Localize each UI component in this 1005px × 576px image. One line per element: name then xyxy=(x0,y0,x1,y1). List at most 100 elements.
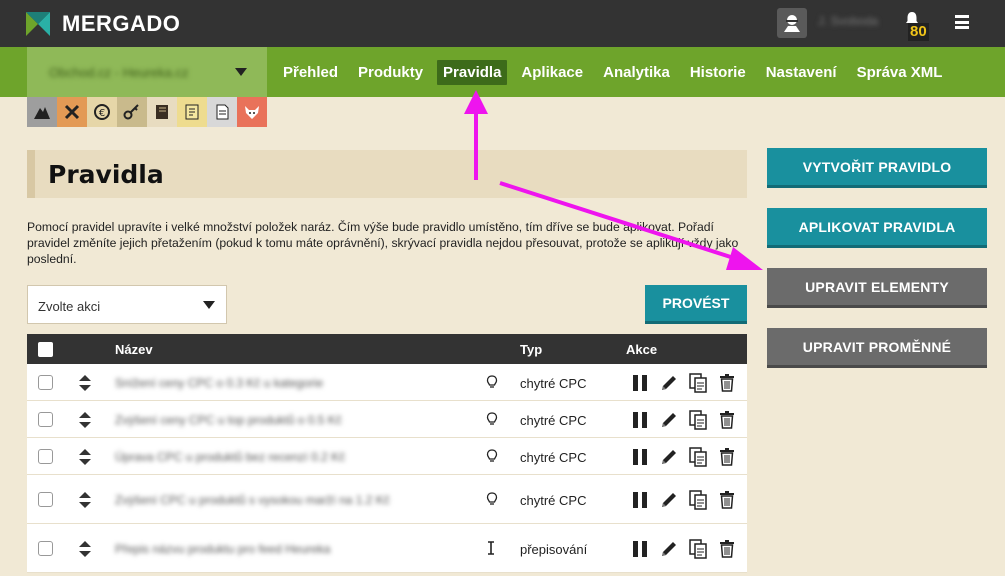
column-header-type[interactable]: Typ xyxy=(520,342,542,357)
edit-pencil-icon[interactable] xyxy=(654,446,683,468)
row-actions xyxy=(625,538,741,560)
row-actions xyxy=(625,372,741,394)
delete-trash-icon[interactable] xyxy=(712,446,741,468)
notification-count: 80 xyxy=(908,23,929,41)
page-title-box: Pravidla xyxy=(27,150,747,198)
mergado-logo-icon xyxy=(26,12,50,36)
edit-pencil-icon[interactable] xyxy=(654,538,683,560)
avatar-icon xyxy=(784,15,800,32)
duplicate-icon[interactable] xyxy=(683,372,712,394)
duplicate-icon[interactable] xyxy=(683,538,712,560)
pause-icon[interactable] xyxy=(625,409,654,431)
duplicate-icon[interactable] xyxy=(683,409,712,431)
table-row[interactable]: Snížení ceny CPC o 0.3 Kč u kategorie chy… xyxy=(27,364,747,401)
document-icon[interactable] xyxy=(207,97,237,127)
rule-type: chytré CPC xyxy=(520,413,587,428)
edit-variables-button[interactable]: UPRAVIT PROMĚNNÉ xyxy=(767,328,987,368)
nav-item-nastaveni[interactable]: Nastavení xyxy=(760,60,843,85)
brand-name: MERGADO xyxy=(62,11,181,36)
rule-type: chytré CPC xyxy=(520,376,587,391)
drag-handle-icon[interactable] xyxy=(79,541,91,562)
key-icon[interactable] xyxy=(117,97,147,127)
delete-trash-icon[interactable] xyxy=(712,409,741,431)
pause-icon[interactable] xyxy=(625,446,654,468)
user-name[interactable]: J. Svoboda xyxy=(818,14,878,28)
nav-item-analytika[interactable]: Analytika xyxy=(597,60,676,85)
row-checkbox[interactable] xyxy=(38,449,53,464)
lightbulb-icon xyxy=(486,412,498,429)
nav-item-produkty[interactable]: Produkty xyxy=(352,60,429,85)
nav-item-prehled[interactable]: Přehled xyxy=(277,60,344,85)
row-actions xyxy=(625,489,741,511)
rule-name[interactable]: Úprava CPC u produktů bez recenzí 0.2 Kč xyxy=(115,450,345,464)
apply-rules-button[interactable]: APLIKOVAT PRAVIDLA xyxy=(767,208,987,248)
edit-pencil-icon[interactable] xyxy=(654,409,683,431)
drag-handle-icon[interactable] xyxy=(79,492,91,513)
bulk-action-select[interactable]: Zvolte akci xyxy=(27,285,227,324)
main-nav: Obchod.cz - Heureka.cz Přehled Produkty … xyxy=(0,47,1005,97)
mergado-logo[interactable]: MERGADO xyxy=(26,11,180,37)
text-cursor-icon xyxy=(486,541,496,558)
create-rule-button[interactable]: VYTVOŘIT PRAVIDLO xyxy=(767,148,987,188)
rule-type: chytré CPC xyxy=(520,493,587,508)
row-actions xyxy=(625,409,741,431)
drag-handle-icon[interactable] xyxy=(79,375,91,396)
notifications-button[interactable]: 80 xyxy=(903,11,933,41)
row-actions xyxy=(625,446,741,468)
table-row[interactable]: Úprava CPC u produktů bez recenzí 0.2 Kč… xyxy=(27,438,747,475)
user-avatar[interactable] xyxy=(777,8,807,38)
rule-name[interactable]: Zvýšení CPC u produktů s vysokou marží n… xyxy=(115,493,390,507)
edit-pencil-icon[interactable] xyxy=(654,489,683,511)
nav-item-historie[interactable]: Historie xyxy=(684,60,752,85)
lightbulb-icon xyxy=(486,449,498,466)
table-body: Snížení ceny CPC o 0.3 Kč u kategorie chy… xyxy=(27,364,747,573)
nav-item-aplikace[interactable]: Aplikace xyxy=(515,60,589,85)
rule-type: chytré CPC xyxy=(520,450,587,465)
column-header-name[interactable]: Název xyxy=(115,342,153,357)
row-checkbox[interactable] xyxy=(38,492,53,507)
row-checkbox[interactable] xyxy=(38,412,53,427)
app-shortcuts-bar: € xyxy=(27,97,267,127)
rules-table: Název Typ Akce Snížení ceny CPC o 0.3 Kč… xyxy=(27,334,747,573)
page-title: Pravidla xyxy=(48,160,164,189)
lightbulb-icon xyxy=(486,492,498,509)
table-row[interactable]: Přepis názvu produktu pro feed Heureka př… xyxy=(27,524,747,573)
table-row[interactable]: Zvýšení ceny CPC u top produktů o 0.5 Kč… xyxy=(27,401,747,438)
run-action-button[interactable]: PROVÉST xyxy=(645,285,747,324)
pause-icon[interactable] xyxy=(625,538,654,560)
rule-name[interactable]: Snížení ceny CPC o 0.3 Kč u kategorie xyxy=(115,376,323,390)
nav-item-sprava-xml[interactable]: Správa XML xyxy=(851,60,949,85)
delete-trash-icon[interactable] xyxy=(712,489,741,511)
row-checkbox[interactable] xyxy=(38,375,53,390)
rule-name[interactable]: Zvýšení ceny CPC u top produktů o 0.5 Kč xyxy=(115,413,342,427)
select-all-checkbox[interactable] xyxy=(38,342,53,357)
row-checkbox[interactable] xyxy=(38,541,53,556)
coin-icon[interactable]: € xyxy=(87,97,117,127)
delete-trash-icon[interactable] xyxy=(712,372,741,394)
pause-icon[interactable] xyxy=(625,489,654,511)
delete-trash-icon[interactable] xyxy=(712,538,741,560)
edit-elements-button[interactable]: UPRAVIT ELEMENTY xyxy=(767,268,987,308)
notebook-icon[interactable] xyxy=(177,97,207,127)
shop-selector[interactable]: Obchod.cz - Heureka.cz xyxy=(27,47,267,97)
drag-handle-icon[interactable] xyxy=(79,449,91,470)
rule-name[interactable]: Přepis názvu produktu pro feed Heureka xyxy=(115,542,330,556)
drag-handle-icon[interactable] xyxy=(79,412,91,433)
eagle-icon[interactable] xyxy=(27,97,57,127)
table-row[interactable]: Zvýšení CPC u produktů s vysokou marží n… xyxy=(27,475,747,524)
duplicate-icon[interactable] xyxy=(683,446,712,468)
cross-tools-icon[interactable] xyxy=(57,97,87,127)
nav-items: Přehled Produkty Pravidla Aplikace Analy… xyxy=(277,47,956,97)
book-icon[interactable] xyxy=(147,97,177,127)
lightbulb-icon xyxy=(486,375,498,392)
fox-icon[interactable] xyxy=(237,97,267,127)
page-description: Pomocí pravidel upravíte i velké množstv… xyxy=(27,220,739,266)
menu-icon[interactable] xyxy=(955,15,969,29)
nav-item-pravidla[interactable]: Pravidla xyxy=(437,59,508,85)
chevron-down-icon xyxy=(235,68,247,76)
svg-text:€: € xyxy=(99,108,105,119)
duplicate-icon[interactable] xyxy=(683,489,712,511)
pause-icon[interactable] xyxy=(625,372,654,394)
column-header-actions: Akce xyxy=(626,342,658,357)
edit-pencil-icon[interactable] xyxy=(654,372,683,394)
